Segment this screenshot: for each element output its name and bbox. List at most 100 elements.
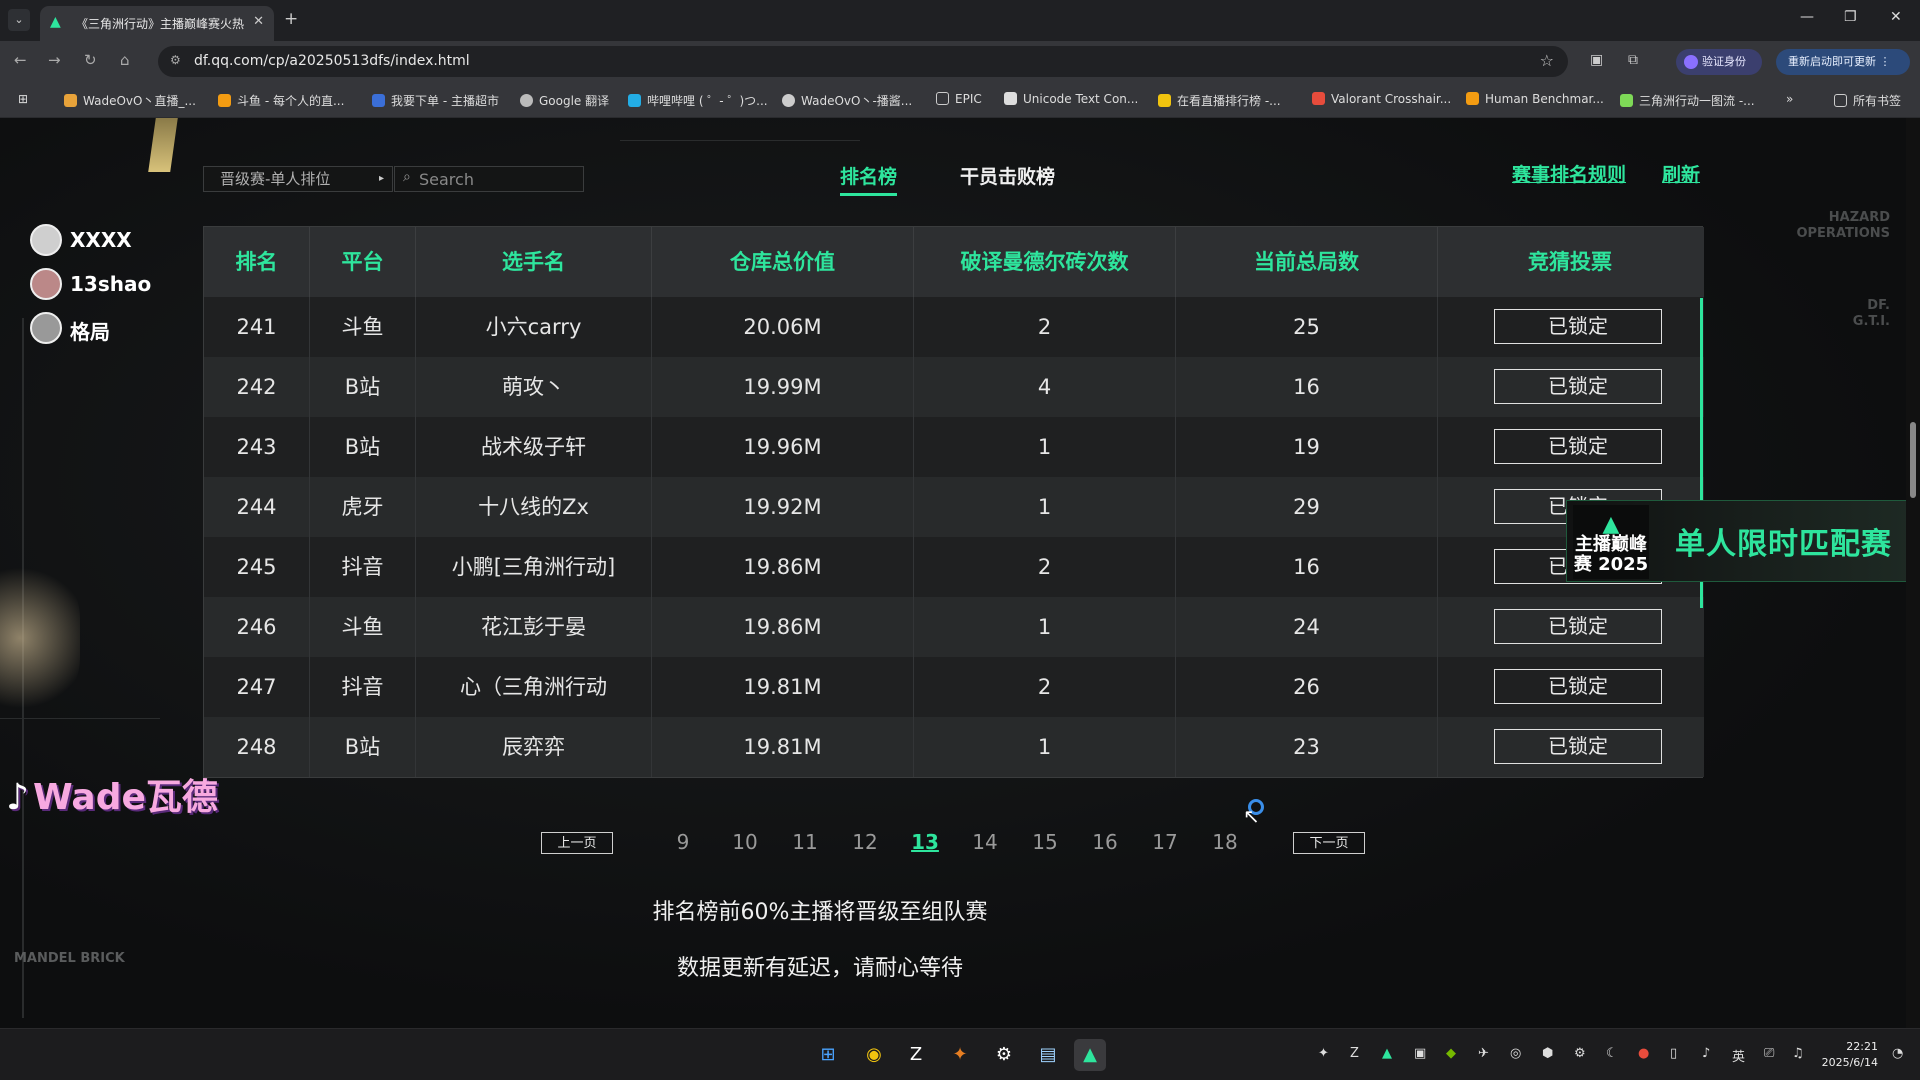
games-cell: 23 (1176, 717, 1438, 777)
tray-app-icon[interactable]: Z (1350, 1046, 1359, 1061)
rules-link[interactable]: 赛事排名规则 (1512, 160, 1626, 187)
page-link[interactable]: 17 (1145, 830, 1185, 854)
banner-title: 单人限时匹配赛 (1675, 527, 1892, 562)
bookmark-item[interactable]: 三角洲行动一图流 -... (1620, 92, 1755, 109)
page-link-current[interactable]: 13 (905, 830, 945, 854)
table-row: 244 虎牙 十八线的Zx 19.92M 1 29 已锁定 (204, 477, 1704, 537)
page-link[interactable]: 10 (725, 830, 765, 854)
update-button[interactable]: 重新启动即可更新 ⋮ (1776, 49, 1910, 75)
nvidia-icon[interactable]: ◆ (1446, 1046, 1456, 1061)
back-icon[interactable]: ← (14, 51, 27, 69)
tray-app-icon[interactable]: ▣ (1414, 1046, 1426, 1061)
start-menu-icon[interactable]: ⊞ (812, 1039, 844, 1071)
site-info-icon[interactable]: ⚙ (170, 53, 181, 67)
app-z-icon[interactable]: Z (900, 1039, 932, 1071)
page-link[interactable]: 16 (1085, 830, 1125, 854)
url-field[interactable]: ⚙ df.qq.com/cp/a20250513dfs/index.html ☆ (158, 46, 1568, 77)
page-link[interactable]: 15 (1025, 830, 1065, 854)
vote-locked-button[interactable]: 已锁定 (1494, 309, 1662, 344)
tab-operator-kills[interactable]: 干员击败榜 (960, 162, 1055, 189)
decode-count-cell: 1 (914, 717, 1176, 777)
platform-cell: 斗鱼 (310, 297, 416, 357)
tray-app-icon[interactable]: ✈ (1478, 1046, 1489, 1061)
bookmark-item[interactable]: WadeOvO丶直播_... (64, 92, 196, 109)
more-bookmarks-icon[interactable]: » (1786, 92, 1793, 106)
input-language[interactable]: 英 (1732, 1046, 1745, 1065)
reader-mode-icon[interactable]: ▣ (1590, 52, 1603, 68)
home-icon[interactable]: ⌂ (120, 51, 130, 69)
bookmark-item[interactable]: 在看直播排行榜 -... (1158, 92, 1281, 109)
search-input[interactable] (419, 169, 579, 189)
chrome-icon[interactable]: ◉ (858, 1039, 890, 1071)
prev-page-button[interactable]: 上一页 (541, 832, 613, 854)
tray-app-icon[interactable]: ⬢ (1542, 1046, 1553, 1061)
bookmark-item[interactable]: 哔哩哔哩 ( ゜- ゜)つ... (628, 92, 768, 109)
browser-tab[interactable]: ▲ 《三角洲行动》主播巅峰赛火热 ✕ (40, 6, 274, 41)
games-cell: 24 (1176, 597, 1438, 657)
bookmark-item[interactable]: 我要下单 - 主播超市 (372, 92, 499, 109)
verify-identity-button[interactable]: 验证身份 (1676, 49, 1762, 75)
column-header: 排名 (204, 227, 310, 297)
scrollbar-thumb[interactable] (1910, 422, 1916, 498)
tray-app-icon[interactable]: ⚙ (1574, 1046, 1586, 1061)
page-link[interactable]: 11 (785, 830, 825, 854)
page-link[interactable]: 9 (663, 830, 703, 854)
forward-icon[interactable]: → (48, 51, 61, 69)
table-row: 242 B站 萌攻丶 19.99M 4 16 已锁定 (204, 357, 1704, 417)
bookmark-item[interactable]: WadeOvO丶-播酱... (782, 92, 912, 109)
microphone-icon[interactable]: ♪ (1702, 1046, 1710, 1061)
notepad-icon[interactable]: ▤ (1032, 1039, 1064, 1071)
bookmark-item[interactable]: Unicode Text Con... (1004, 92, 1138, 106)
network-icon[interactable]: ⎚ (1764, 1046, 1774, 1061)
minimize-icon[interactable]: — (1800, 9, 1814, 25)
vote-locked-button[interactable]: 已锁定 (1494, 729, 1662, 764)
stash-value-cell: 19.86M (652, 597, 914, 657)
mode-select[interactable]: 晋级赛-单人排位 ▸ (203, 166, 393, 192)
column-header: 选手名 (416, 227, 652, 297)
tab-ranking[interactable]: 排名榜 (840, 162, 898, 196)
decode-count-cell: 4 (914, 357, 1176, 417)
refresh-link[interactable]: 刷新 (1662, 160, 1700, 187)
notification-icon[interactable]: ◔ (1892, 1046, 1903, 1061)
all-bookmarks-button[interactable]: 所有书签 (1834, 92, 1901, 109)
extensions-icon[interactable]: ⧉ (1628, 52, 1638, 68)
system-clock[interactable]: 22:21 2025/6/14 (1818, 1039, 1878, 1071)
tray-app-icon[interactable]: ✦ (1318, 1046, 1329, 1061)
bookmark-item[interactable]: Valorant Crosshair... (1312, 92, 1451, 106)
vote-locked-button[interactable]: 已锁定 (1494, 669, 1662, 704)
tray-app-icon[interactable]: ◎ (1510, 1046, 1521, 1061)
vote-locked-button[interactable]: 已锁定 (1494, 429, 1662, 464)
page-scrollbar[interactable] (1906, 118, 1920, 1028)
stash-value-cell: 19.92M (652, 477, 914, 537)
new-tab-icon[interactable]: + (284, 9, 298, 29)
tab-search-icon[interactable]: ⌄ (8, 9, 30, 31)
page-link[interactable]: 18 (1205, 830, 1245, 854)
tray-app-icon[interactable]: ▲ (1382, 1046, 1392, 1061)
app-fox-icon[interactable]: ✦ (944, 1039, 976, 1071)
usb-icon[interactable]: ▯ (1670, 1046, 1677, 1061)
reload-icon[interactable]: ↻ (84, 51, 97, 69)
mouse-cursor-icon: ↖ (1243, 804, 1260, 828)
vote-locked-button[interactable]: 已锁定 (1494, 369, 1662, 404)
leaderboard-table: 排名 平台 选手名 仓库总价值 破译曼德尔砖次数 当前总局数 竞猜投票 241 … (203, 226, 1704, 778)
delta-force-app-icon[interactable]: ▲ (1074, 1039, 1106, 1071)
folder-icon (936, 92, 949, 105)
tray-app-icon[interactable]: ☾ (1606, 1046, 1618, 1061)
vote-locked-button[interactable]: 已锁定 (1494, 609, 1662, 644)
close-window-icon[interactable]: ✕ (1890, 9, 1902, 25)
page-link[interactable]: 14 (965, 830, 1005, 854)
tray-app-icon[interactable]: ● (1638, 1046, 1649, 1061)
steam-icon[interactable]: ⚙ (988, 1039, 1020, 1071)
restore-icon[interactable]: ❐ (1844, 9, 1857, 25)
close-tab-icon[interactable]: ✕ (253, 14, 264, 29)
bookmark-item[interactable]: 斗鱼 - 每个人的直... (218, 92, 344, 109)
apps-grid-icon[interactable]: ⊞ (18, 92, 28, 106)
bookmark-item[interactable]: Human Benchmar... (1466, 92, 1604, 106)
bookmark-item[interactable]: Google 翻译 (520, 92, 609, 109)
bookmark-star-icon[interactable]: ☆ (1540, 51, 1554, 70)
next-page-button[interactable]: 下一页 (1293, 832, 1365, 854)
page-link[interactable]: 12 (845, 830, 885, 854)
platform-cell: 抖音 (310, 657, 416, 717)
bookmark-item[interactable]: EPIC (936, 92, 982, 106)
volume-icon[interactable]: ♫ (1792, 1046, 1804, 1061)
